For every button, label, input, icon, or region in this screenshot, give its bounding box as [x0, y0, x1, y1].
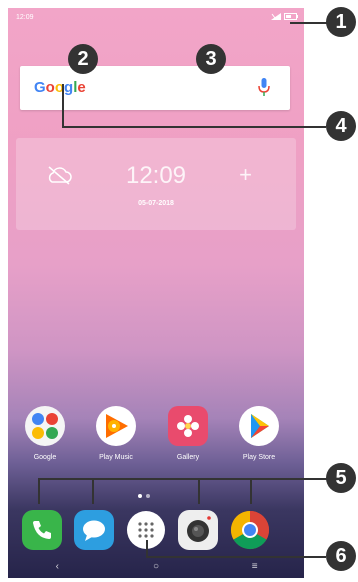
chrome-icon[interactable] — [230, 510, 270, 550]
callout-1: 1 — [326, 7, 356, 37]
clock-time: 12:09 — [125, 162, 187, 189]
callout-leader-line — [38, 478, 328, 480]
camera-icon[interactable] — [178, 510, 218, 550]
page-indicator — [138, 494, 150, 498]
home-button[interactable]: ○ — [107, 556, 206, 578]
google-folder-icon — [25, 406, 65, 446]
google-search-bar[interactable]: Google — [20, 66, 290, 110]
google-logo: Google — [34, 79, 86, 96]
add-city-plus-icon[interactable]: + — [239, 162, 252, 188]
app-label: Gallery — [176, 454, 200, 461]
home-apps-row: Google Play Music Gallery Play Store — [8, 406, 304, 476]
callout-6: 6 — [326, 541, 356, 571]
voice-search-mic-icon[interactable] — [258, 77, 270, 102]
status-bar: 12:09 — [8, 8, 304, 26]
clock-weather-widget[interactable]: 12:09 05-07-2018 + — [16, 138, 296, 230]
callout-3: 3 — [196, 44, 226, 74]
battery-icon — [284, 13, 298, 22]
phone-home-screen: 12:09 Google 12:09 05-07-2018 + Google P… — [8, 8, 304, 578]
callout-leader-line — [198, 478, 200, 504]
phone-icon[interactable] — [22, 510, 62, 550]
callout-leader-line — [62, 126, 326, 128]
play-music-icon — [96, 406, 136, 446]
callout-leader-line — [92, 478, 94, 504]
signal-icon — [271, 13, 281, 22]
messages-icon[interactable] — [74, 510, 114, 550]
back-button[interactable]: ‹ — [8, 556, 107, 578]
page-dot — [138, 494, 142, 498]
app-play-store[interactable]: Play Store — [227, 406, 291, 461]
play-store-icon — [239, 406, 279, 446]
callout-5: 5 — [326, 463, 356, 493]
gallery-icon — [168, 406, 208, 446]
app-label: Play Music — [99, 454, 133, 461]
app-google[interactable]: Google — [13, 406, 77, 461]
navigation-bar: ‹ ○ ≡ — [8, 556, 304, 578]
callout-leader-line — [62, 84, 64, 126]
page-dot — [146, 494, 150, 498]
dock — [8, 504, 304, 556]
app-label: Google — [33, 454, 57, 461]
callout-leader-line — [38, 478, 40, 504]
clock-date: 05-07-2018 — [138, 200, 174, 207]
recents-button[interactable]: ≡ — [205, 556, 304, 578]
callout-leader-line — [250, 478, 252, 504]
status-icons — [271, 13, 298, 22]
callout-leader-line — [146, 556, 326, 558]
app-gallery[interactable]: Gallery — [156, 406, 220, 461]
callout-2: 2 — [68, 44, 98, 74]
callout-4: 4 — [326, 111, 356, 141]
status-time: 12:09 — [16, 14, 34, 21]
callout-leader-line — [290, 22, 328, 24]
app-label: Play Store — [242, 454, 276, 461]
callout-leader-line — [146, 540, 148, 557]
app-play-music[interactable]: Play Music — [84, 406, 148, 461]
